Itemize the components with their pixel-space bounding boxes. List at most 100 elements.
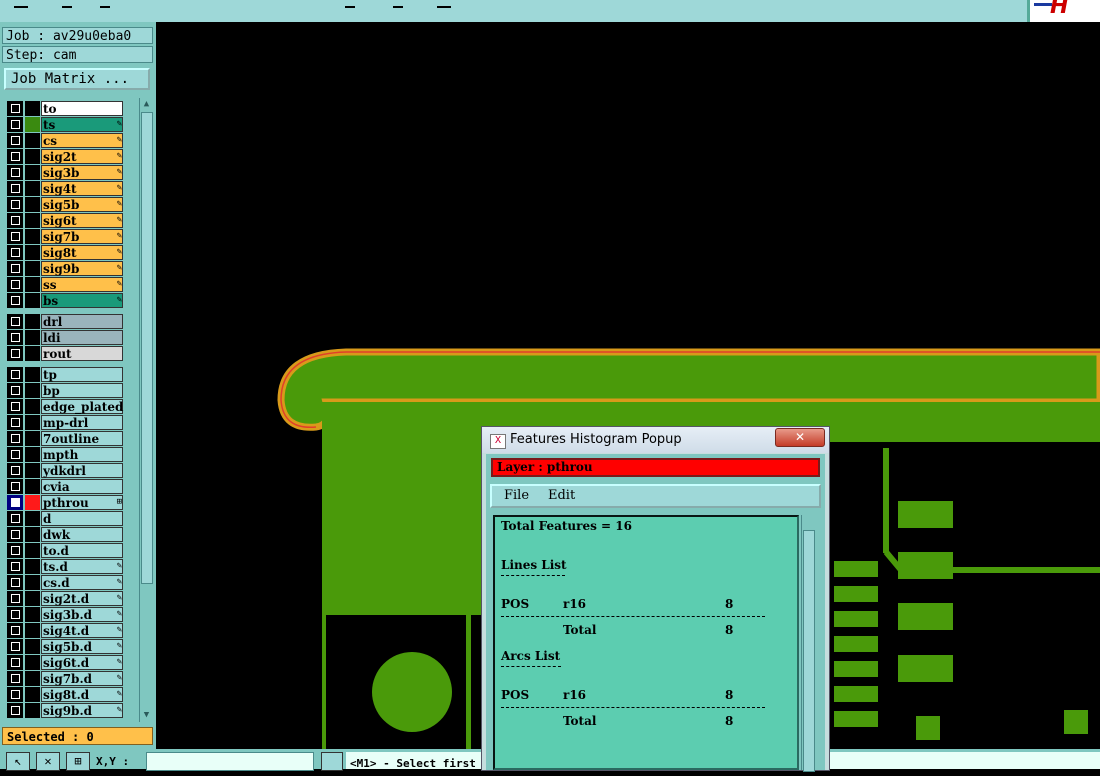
layer-row-sig2t.d[interactable]: sig2t.d ✎ (5, 591, 125, 606)
layer-checkbox[interactable] (7, 181, 23, 196)
layer-color-swatch[interactable] (25, 197, 40, 212)
layer-name[interactable]: sig9b (41, 261, 123, 276)
layer-color-swatch[interactable] (25, 149, 40, 164)
layer-name[interactable]: ss (41, 277, 123, 292)
layer-name[interactable]: 7outline (41, 431, 123, 446)
layer-row-tp[interactable]: tp (5, 367, 125, 382)
layer-checkbox[interactable] (7, 639, 23, 654)
layer-color-swatch[interactable] (25, 245, 40, 260)
layer-name[interactable]: edge_plated (41, 399, 123, 414)
layer-list-scrollbar[interactable]: ▲ ▼ (139, 98, 153, 722)
layer-name[interactable]: rout (41, 346, 123, 361)
layer-color-swatch[interactable] (25, 495, 40, 510)
layer-color-swatch[interactable] (25, 293, 40, 308)
layer-checkbox[interactable] (7, 511, 23, 526)
layer-checkbox[interactable] (7, 575, 23, 590)
layer-checkbox[interactable] (7, 559, 23, 574)
layer-name[interactable]: sig2t (41, 149, 123, 164)
scroll-thumb[interactable] (141, 112, 153, 584)
layer-name[interactable]: sig3b.d (41, 607, 123, 622)
layer-color-swatch[interactable] (25, 527, 40, 542)
layer-name[interactable]: cs.d (41, 575, 123, 590)
layer-checkbox[interactable] (7, 543, 23, 558)
layer-name[interactable]: to (41, 101, 123, 116)
pointer-icon[interactable]: ↖ (6, 752, 30, 771)
layer-row-sig4t.d[interactable]: sig4t.d ✎ (5, 623, 125, 638)
layer-color-swatch[interactable] (25, 511, 40, 526)
layer-row-rout[interactable]: rout (5, 346, 125, 361)
layer-row-d[interactable]: d (5, 511, 125, 526)
grid-icon[interactable]: ⊞ (66, 752, 90, 771)
layer-row-cs.d[interactable]: cs.d ✎ (5, 575, 125, 590)
popup-scroll-thumb[interactable] (803, 530, 815, 772)
layer-color-swatch[interactable] (25, 415, 40, 430)
layer-name[interactable]: sig6t.d (41, 655, 123, 670)
layer-checkbox[interactable] (7, 383, 23, 398)
layer-checkbox[interactable] (7, 671, 23, 686)
layer-row-ss[interactable]: ss ✎ (5, 277, 125, 292)
layer-checkbox[interactable] (7, 367, 23, 382)
layer-name[interactable]: pthrou (41, 495, 123, 510)
layer-name[interactable]: bp (41, 383, 123, 398)
layer-name[interactable]: drl (41, 314, 123, 329)
layer-color-swatch[interactable] (25, 133, 40, 148)
layer-row-to[interactable]: to (5, 101, 125, 116)
layer-row-sig7b[interactable]: sig7b ✎ (5, 229, 125, 244)
layer-color-swatch[interactable] (25, 671, 40, 686)
scroll-down-icon[interactable]: ▼ (141, 710, 152, 721)
layer-color-swatch[interactable] (25, 447, 40, 462)
layer-name[interactable]: sig7b.d (41, 671, 123, 686)
layer-name[interactable]: mpth (41, 447, 123, 462)
close-button[interactable]: ✕ (775, 428, 825, 447)
layer-checkbox[interactable] (7, 314, 23, 329)
layer-row-dwk[interactable]: dwk (5, 527, 125, 542)
layer-name[interactable]: sig8t (41, 245, 123, 260)
layer-row-sig5b.d[interactable]: sig5b.d ✎ (5, 639, 125, 654)
pen-icon[interactable] (321, 752, 343, 771)
layer-color-swatch[interactable] (25, 165, 40, 180)
layer-name[interactable]: sig3b (41, 165, 123, 180)
layer-checkbox[interactable] (7, 431, 23, 446)
layer-checkbox[interactable] (7, 415, 23, 430)
layer-name[interactable]: ydkdrl (41, 463, 123, 478)
layer-row-sig5b[interactable]: sig5b ✎ (5, 197, 125, 212)
layer-color-swatch[interactable] (25, 330, 40, 345)
layer-checkbox[interactable] (7, 623, 23, 638)
layer-name[interactable]: sig8t.d (41, 687, 123, 702)
layer-color-swatch[interactable] (25, 639, 40, 654)
layer-row-7outline[interactable]: 7outline (5, 431, 125, 446)
layer-row-sig8t.d[interactable]: sig8t.d ✎ (5, 687, 125, 702)
layer-color-swatch[interactable] (25, 543, 40, 558)
layer-name[interactable]: ts (41, 117, 123, 132)
layer-name[interactable]: sig7b (41, 229, 123, 244)
layer-checkbox[interactable] (7, 527, 23, 542)
layer-color-swatch[interactable] (25, 431, 40, 446)
layer-name[interactable]: sig4t.d (41, 623, 123, 638)
layer-row-ydkdrl[interactable]: ydkdrl (5, 463, 125, 478)
layer-name[interactable]: ts.d (41, 559, 123, 574)
layer-color-swatch[interactable] (25, 463, 40, 478)
layer-row-sig7b.d[interactable]: sig7b.d ✎ (5, 671, 125, 686)
layer-checkbox[interactable] (7, 277, 23, 292)
layer-color-swatch[interactable] (25, 261, 40, 276)
layer-name[interactable]: sig4t (41, 181, 123, 196)
layer-name[interactable]: sig5b (41, 197, 123, 212)
layer-color-swatch[interactable] (25, 367, 40, 382)
layer-checkbox[interactable] (7, 149, 23, 164)
layer-checkbox[interactable] (7, 213, 23, 228)
layer-checkbox[interactable] (7, 687, 23, 702)
layer-color-swatch[interactable] (25, 101, 40, 116)
layer-name[interactable]: d (41, 511, 123, 526)
layer-color-swatch[interactable] (25, 277, 40, 292)
layer-checkbox[interactable] (7, 495, 23, 510)
layer-checkbox[interactable] (7, 399, 23, 414)
layer-row-mp-drl[interactable]: mp-drl (5, 415, 125, 430)
layer-row-drl[interactable]: drl (5, 314, 125, 329)
layer-row-ts[interactable]: ts ✎ (5, 117, 125, 132)
layer-color-swatch[interactable] (25, 687, 40, 702)
layer-checkbox[interactable] (7, 101, 23, 116)
layer-name[interactable]: mp-drl (41, 415, 123, 430)
layer-name[interactable]: bs (41, 293, 123, 308)
layer-color-swatch[interactable] (25, 591, 40, 606)
xy-input[interactable] (146, 752, 314, 771)
